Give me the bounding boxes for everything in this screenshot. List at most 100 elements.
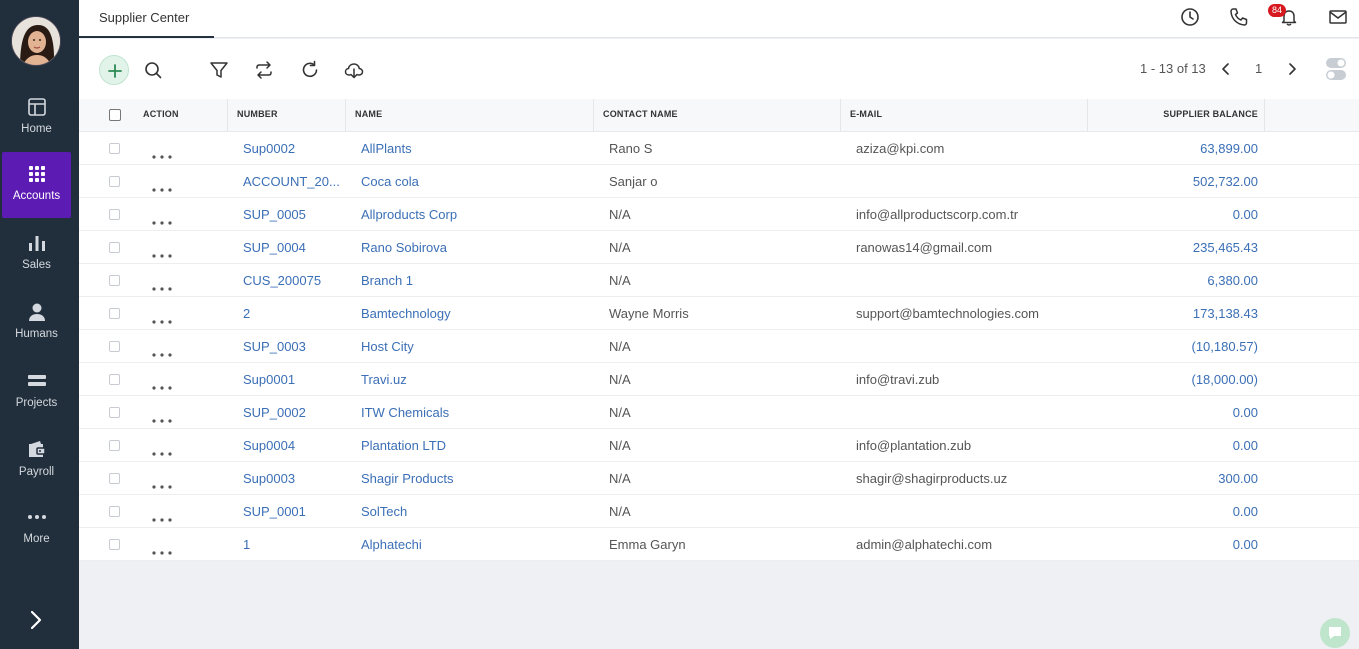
column-header-name[interactable]: NAME — [346, 99, 594, 132]
user-avatar[interactable] — [11, 16, 61, 66]
cell-name[interactable]: ITW Chemicals — [361, 396, 589, 429]
cell-name[interactable]: Travi.uz — [361, 363, 589, 396]
row-actions-icon[interactable] — [152, 543, 172, 555]
row-checkbox[interactable] — [109, 209, 120, 220]
refresh-icon[interactable] — [299, 59, 321, 81]
row-checkbox[interactable] — [109, 242, 120, 253]
select-all-checkbox[interactable] — [109, 109, 121, 121]
row-checkbox[interactable] — [109, 341, 120, 352]
column-header-action[interactable]: ACTION — [134, 99, 228, 132]
add-button[interactable] — [99, 55, 129, 85]
table-row[interactable]: 1 Alphatechi Emma Garyn admin@alphatechi.co… — [79, 528, 1359, 561]
row-actions-icon[interactable] — [152, 246, 172, 258]
cell-name[interactable]: Host City — [361, 330, 589, 363]
sidebar-item-projects[interactable]: Projects — [2, 359, 71, 425]
sidebar-item-accounts[interactable]: Accounts — [2, 152, 71, 218]
table-row[interactable]: Sup0004 Plantation LTD N/A info@plantation.… — [79, 429, 1359, 462]
swap-icon[interactable] — [253, 59, 275, 81]
chevron-right-icon[interactable] — [1283, 60, 1301, 78]
cell-supplier-balance[interactable]: 63,899.00 — [1088, 132, 1258, 165]
row-actions-icon[interactable] — [152, 444, 172, 456]
cell-supplier-balance[interactable]: 0.00 — [1088, 198, 1258, 231]
cell-number[interactable]: SUP_0003 — [243, 330, 339, 363]
cell-name[interactable]: Branch 1 — [361, 264, 589, 297]
column-header-supplier-balance[interactable]: SUPPLIER BALANCE — [1088, 99, 1265, 132]
column-header-contact-name[interactable]: CONTACT NAME — [594, 99, 841, 132]
table-row[interactable]: SUP_0005 Allproducts Corp N/A info@allprodu… — [79, 198, 1359, 231]
cell-name[interactable]: Bamtechnology — [361, 297, 589, 330]
cloud-download-icon[interactable] — [343, 59, 365, 81]
chevron-left-icon[interactable] — [1217, 60, 1235, 78]
cell-name[interactable]: SolTech — [361, 495, 589, 528]
cell-number[interactable]: Sup0002 — [243, 132, 339, 165]
row-actions-icon[interactable] — [152, 279, 172, 291]
cell-supplier-balance[interactable]: 0.00 — [1088, 396, 1258, 429]
row-actions-icon[interactable] — [152, 477, 172, 489]
cell-supplier-balance[interactable]: 6,380.00 — [1088, 264, 1258, 297]
table-row[interactable]: CUS_200075 Branch 1 N/A 6,380.00 — [79, 264, 1359, 297]
tab-supplier-center[interactable]: Supplier Center — [79, 0, 214, 38]
cell-name[interactable]: Rano Sobirova — [361, 231, 589, 264]
cell-name[interactable]: Coca cola — [361, 165, 589, 198]
sidebar-item-more[interactable]: More — [2, 495, 71, 561]
cell-number[interactable]: Sup0004 — [243, 429, 339, 462]
row-actions-icon[interactable] — [152, 411, 172, 423]
row-checkbox[interactable] — [109, 143, 120, 154]
row-checkbox[interactable] — [109, 473, 120, 484]
table-row[interactable]: SUP_0004 Rano Sobirova N/A ranowas14@gmail.… — [79, 231, 1359, 264]
table-row[interactable]: Sup0003 Shagir Products N/A shagir@shagirpr… — [79, 462, 1359, 495]
row-checkbox[interactable] — [109, 308, 120, 319]
row-checkbox[interactable] — [109, 539, 120, 550]
sidebar-item-payroll[interactable]: Payroll — [2, 428, 71, 494]
cell-supplier-balance[interactable]: 173,138.43 — [1088, 297, 1258, 330]
cell-number[interactable]: 1 — [243, 528, 339, 561]
table-row[interactable]: Sup0002 AllPlants Rano S aziza@kpi.com 63,89… — [79, 132, 1359, 165]
clock-icon[interactable] — [1179, 6, 1201, 28]
cell-supplier-balance[interactable]: 300.00 — [1088, 462, 1258, 495]
row-actions-icon[interactable] — [152, 312, 172, 324]
cell-name[interactable]: AllPlants — [361, 132, 589, 165]
chat-button[interactable] — [1320, 618, 1350, 648]
table-row[interactable]: Sup0001 Travi.uz N/A info@travi.zub (18,000.… — [79, 363, 1359, 396]
cell-number[interactable]: 2 — [243, 297, 339, 330]
cell-name[interactable]: Plantation LTD — [361, 429, 589, 462]
phone-icon[interactable] — [1228, 6, 1250, 28]
cell-supplier-balance[interactable]: (18,000.00) — [1088, 363, 1259, 396]
table-row[interactable]: SUP_0001 SolTech N/A 0.00 — [79, 495, 1359, 528]
row-checkbox[interactable] — [109, 440, 120, 451]
row-checkbox[interactable] — [109, 374, 120, 385]
cell-supplier-balance[interactable]: 0.00 — [1088, 429, 1258, 462]
row-actions-icon[interactable] — [152, 180, 172, 192]
cell-number[interactable]: Sup0003 — [243, 462, 339, 495]
cell-name[interactable]: Shagir Products — [361, 462, 589, 495]
table-row[interactable]: SUP_0002 ITW Chemicals N/A 0.00 — [79, 396, 1359, 429]
cell-supplier-balance[interactable]: 0.00 — [1088, 495, 1258, 528]
row-actions-icon[interactable] — [152, 378, 172, 390]
cell-supplier-balance[interactable]: (10,180.57) — [1088, 330, 1259, 363]
row-checkbox[interactable] — [109, 407, 120, 418]
column-header-email[interactable]: E-MAIL — [841, 99, 1088, 132]
cell-number[interactable]: SUP_0004 — [243, 231, 339, 264]
cell-name[interactable]: Allproducts Corp — [361, 198, 589, 231]
column-header-number[interactable]: NUMBER — [228, 99, 346, 132]
filter-icon[interactable] — [208, 59, 230, 81]
cell-name[interactable]: Alphatechi — [361, 528, 589, 561]
cell-supplier-balance[interactable]: 0.00 — [1088, 528, 1258, 561]
cell-number[interactable]: CUS_200075 — [243, 264, 339, 297]
row-checkbox[interactable] — [109, 506, 120, 517]
sidebar-item-sales[interactable]: Sales — [2, 221, 71, 287]
settings-toggle-icon[interactable] — [1324, 55, 1348, 83]
sidebar-item-humans[interactable]: Humans — [2, 290, 71, 356]
row-actions-icon[interactable] — [152, 345, 172, 357]
row-checkbox[interactable] — [109, 275, 120, 286]
row-actions-icon[interactable] — [152, 510, 172, 522]
row-checkbox[interactable] — [109, 176, 120, 187]
table-row[interactable]: SUP_0003 Host City N/A (10,180.57) — [79, 330, 1359, 363]
cell-number[interactable]: SUP_0005 — [243, 198, 339, 231]
row-actions-icon[interactable] — [152, 213, 172, 225]
cell-number[interactable]: Sup0001 — [243, 363, 339, 396]
row-actions-icon[interactable] — [152, 147, 172, 159]
search-icon[interactable] — [142, 59, 164, 81]
sidebar-item-home[interactable]: Home — [2, 85, 71, 151]
mail-icon[interactable] — [1327, 6, 1349, 28]
